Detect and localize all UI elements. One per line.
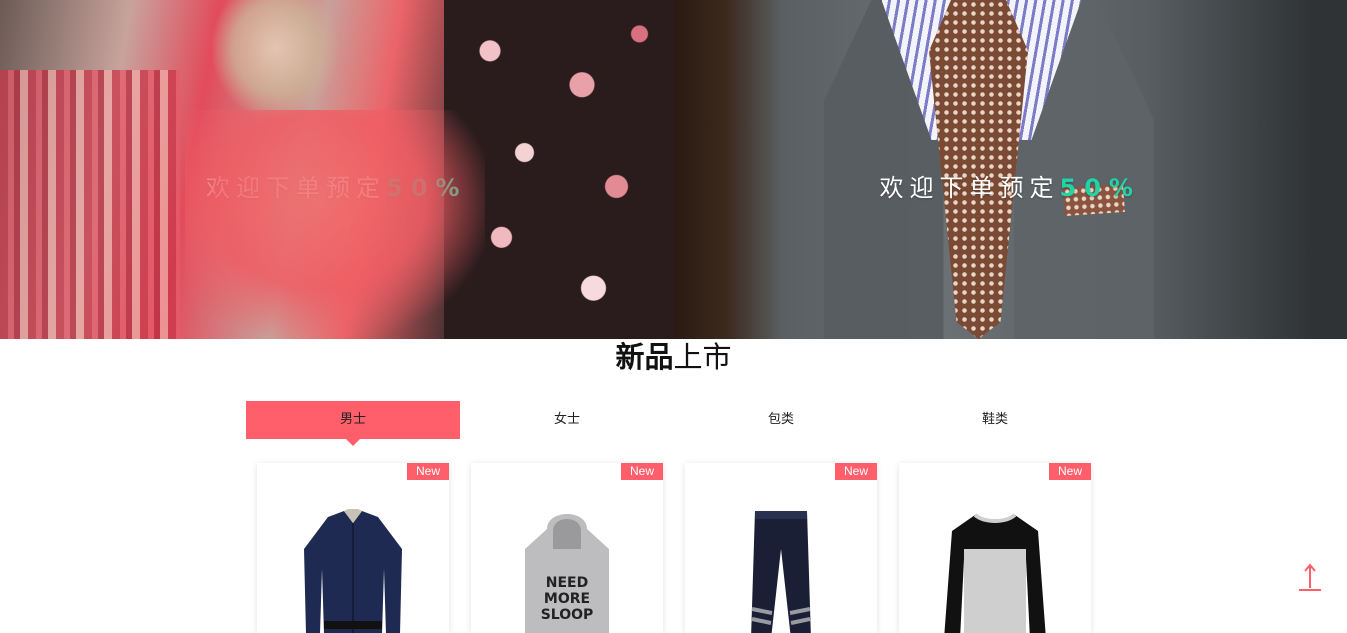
- section-title-light: 上市: [674, 340, 732, 374]
- product-grid: New New NEED MORE SLOOP New New: [257, 463, 1091, 633]
- hoodie-print-line-1: NEED: [546, 575, 588, 591]
- banner-men-suit[interactable]: 欢迎下单预定50%: [674, 0, 1347, 339]
- product-card[interactable]: New: [899, 463, 1091, 633]
- arrow-up-icon[interactable]: [1299, 562, 1321, 592]
- hero-banner: 欢迎下单预定50% 欢迎下单预定50%: [0, 0, 1347, 339]
- tab-women[interactable]: 女士: [460, 401, 674, 439]
- hoodie-print-line-3: SLOOP: [541, 607, 594, 623]
- tab-shoes[interactable]: 鞋类: [888, 401, 1102, 439]
- product-card[interactable]: New: [685, 463, 877, 633]
- banner-caption-text: 欢迎下单预定: [880, 174, 1060, 202]
- long-sleeve-tee-icon: [940, 509, 1050, 633]
- tab-men[interactable]: 男士: [246, 401, 460, 439]
- hoodie-icon: NEED MORE SLOOP: [517, 509, 617, 633]
- section-title-bold: 新品: [615, 340, 673, 374]
- product-card[interactable]: New: [257, 463, 449, 633]
- product-card[interactable]: New NEED MORE SLOOP: [471, 463, 663, 633]
- section-title: 新品上市: [0, 338, 1347, 376]
- banner-caption-discount: 50%: [386, 174, 467, 202]
- tab-bags[interactable]: 包类: [674, 401, 888, 439]
- banner-caption-text: 欢迎下单预定: [206, 174, 386, 202]
- banner-caption: 欢迎下单预定50%: [674, 168, 1347, 203]
- banner-caption: 欢迎下单预定50%: [0, 168, 674, 203]
- new-badge: New: [1049, 463, 1091, 480]
- category-tabs: 男士 女士 包类 鞋类: [246, 401, 1102, 439]
- new-badge: New: [835, 463, 877, 480]
- hoodie-print-line-2: MORE: [544, 591, 590, 607]
- new-badge: New: [621, 463, 663, 480]
- banner-caption-discount: 50%: [1060, 174, 1141, 202]
- pants-icon: [741, 509, 821, 633]
- banner-women-fashion[interactable]: 欢迎下单预定50%: [0, 0, 674, 339]
- new-badge: New: [407, 463, 449, 480]
- clothing-rack-image: [0, 70, 180, 339]
- dress-shirt-icon: [298, 509, 408, 633]
